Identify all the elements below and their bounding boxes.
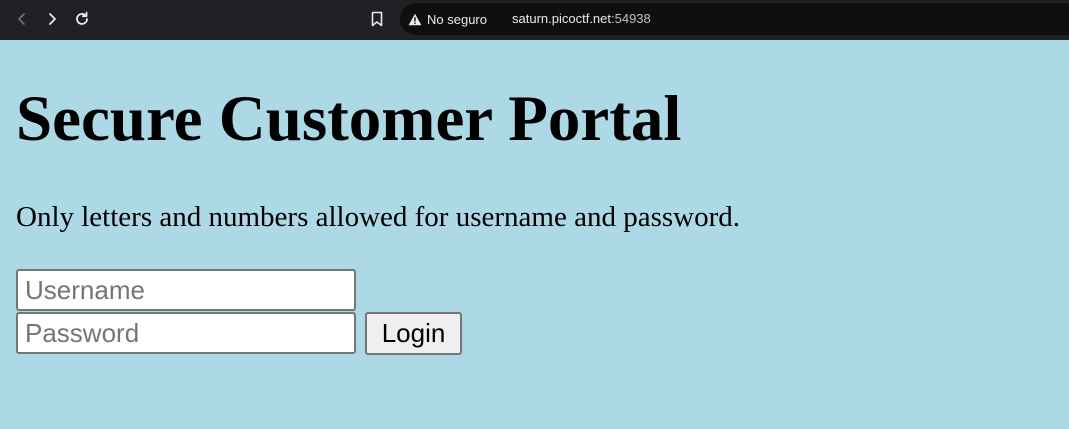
username-input[interactable] [16,269,356,311]
security-chip[interactable]: No seguro [408,9,487,29]
back-icon[interactable] [11,8,33,30]
forward-icon[interactable] [41,8,63,30]
instructions-text: Only letters and numbers allowed for use… [16,201,740,233]
address-bar[interactable]: No seguro saturn.picoctf.net:54938 [400,3,1069,35]
browser-toolbar: No seguro saturn.picoctf.net:54938 [0,0,1069,40]
warning-icon [408,13,422,26]
url-host: saturn.picoctf.net [512,11,611,26]
login-button[interactable]: Login [365,312,462,355]
url-text[interactable]: saturn.picoctf.net:54938 [512,11,651,26]
page-content: Secure Customer Portal Only letters and … [0,40,1069,429]
page-title: Secure Customer Portal [16,83,682,155]
password-input[interactable] [16,312,356,354]
reload-icon[interactable] [71,8,93,30]
url-port: :54938 [611,11,651,26]
security-label: No seguro [427,11,487,27]
bookmark-icon[interactable] [366,8,388,30]
